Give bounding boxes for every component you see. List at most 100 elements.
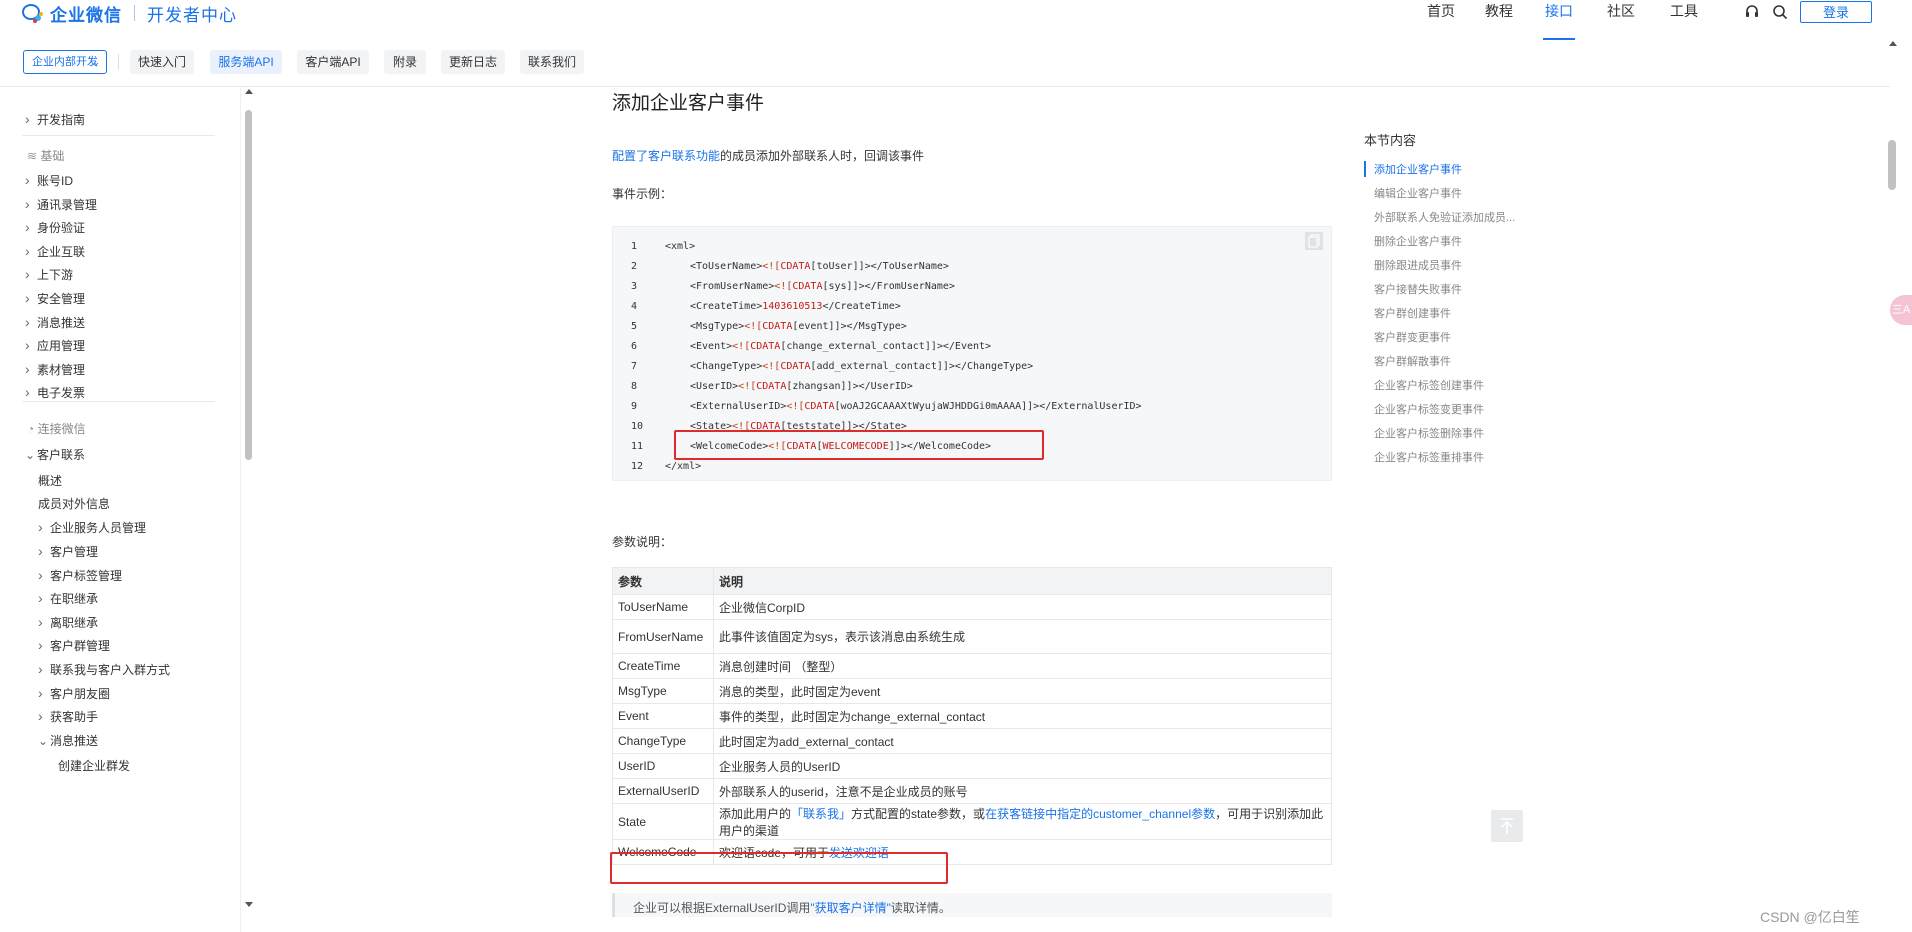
tab-changelog[interactable]: 更新日志 xyxy=(441,50,505,74)
chevron-down-icon: ⌄ xyxy=(25,448,36,462)
sidebar-item[interactable]: › 消息推送 xyxy=(25,314,85,331)
sidebar-item-label: 创建企业群发 xyxy=(58,759,131,773)
toc-item[interactable]: 客户群创建事件 xyxy=(1364,305,1451,321)
nav-tools[interactable]: 工具 xyxy=(1653,0,1715,40)
search-icon[interactable] xyxy=(1772,4,1788,20)
sidebar-item[interactable]: › 身份验证 xyxy=(25,219,85,236)
toc-item[interactable]: 企业客户标签创建事件 xyxy=(1364,377,1484,393)
headset-icon[interactable] xyxy=(1744,4,1760,20)
sidebar-item[interactable]: › 安全管理 xyxy=(25,290,85,307)
nav-tutorial[interactable]: 教程 xyxy=(1467,0,1531,40)
page-scroll-thumb[interactable] xyxy=(1888,140,1896,190)
table-row: ChangeType 此时固定为add_external_contact xyxy=(612,728,1332,754)
sidebar-item[interactable]: › 企业互联 xyxy=(25,243,85,260)
toc-item[interactable]: 编辑企业客户事件 xyxy=(1364,185,1462,201)
sidebar-item[interactable]: › 上下游 xyxy=(25,266,73,283)
sidebar-item[interactable]: 成员对外信息 xyxy=(38,495,110,512)
scroll-up-icon[interactable] xyxy=(245,88,253,96)
code-text: <ToUserName><![CDATA[toUser]]></ToUserNa… xyxy=(690,257,949,277)
sidebar-item-label: 客户标签管理 xyxy=(50,569,123,583)
sidebar-item-label: 连接微信 xyxy=(37,422,86,436)
code-line: 7 <ChangeType><![CDATA[add_external_conta… xyxy=(613,357,1313,377)
sidebar-item[interactable]: ⌄ 客户联系 xyxy=(25,446,85,463)
param-desc: 企业微信CorpID xyxy=(713,594,1332,620)
toc-item[interactable]: 删除跟进成员事件 xyxy=(1364,257,1462,273)
sidebar-item[interactable]: ⌄ 消息推送 xyxy=(38,732,98,749)
sidebar-item[interactable]: › 在职继承 xyxy=(38,590,98,607)
chevron-right-icon: › xyxy=(25,337,30,353)
code-line: 6 <Event><![CDATA[change_external_contact… xyxy=(613,337,1313,357)
sidebar-item[interactable]: › 客户管理 xyxy=(38,543,98,560)
code-token: <CreateTime> xyxy=(690,301,763,312)
toc-item[interactable]: 添加企业客户事件 xyxy=(1364,161,1462,177)
toc-item[interactable]: 客户群解散事件 xyxy=(1364,353,1451,369)
toc-item[interactable]: 企业客户标签删除事件 xyxy=(1364,425,1484,441)
login-button[interactable]: 登录 xyxy=(1800,1,1872,23)
sidebar-item[interactable]: › 联系我与客户入群方式 xyxy=(38,661,170,678)
params-label: 参数说明： xyxy=(612,535,673,549)
code-token: [sys]]> xyxy=(822,281,865,292)
nav-api[interactable]: 接口 xyxy=(1543,0,1575,40)
sidebar: › 开发指南 ≋ 基础 › 账号ID › 通讯录管理 › 身份验证 › 企业互联 › 上下游 › 安全管理 ›… xyxy=(0,87,241,932)
code-token: <UserID> xyxy=(690,381,739,392)
sidebar-item[interactable]: › 账号ID xyxy=(25,172,73,189)
sidebar-item[interactable]: 概述 xyxy=(38,472,62,489)
note-link[interactable]: "获取客户详情" xyxy=(810,901,891,915)
watermark: CSDN @亿白笙 xyxy=(1760,909,1860,925)
toc-item[interactable]: 删除企业客户事件 xyxy=(1364,233,1462,249)
toc-item[interactable]: 企业客户标签变更事件 xyxy=(1364,401,1484,417)
table-row: ExternalUserID 外部联系人的userid，注意不是企业成员的账号 xyxy=(612,778,1332,804)
sidebar-item[interactable]: › 企业服务人员管理 xyxy=(38,519,146,536)
code-text: <CreateTime>1403610513</CreateTime> xyxy=(690,297,901,317)
desc-link[interactable]: 「联系我」 xyxy=(791,807,851,821)
sidebar-item-label: 素材管理 xyxy=(37,363,86,377)
config-link[interactable]: 配置了客户联系功能 xyxy=(612,149,720,163)
toc-item[interactable]: 外部联系人免验证添加成员... xyxy=(1364,209,1515,225)
page-scroll-up-icon[interactable] xyxy=(1889,40,1897,48)
sidebar-item[interactable]: › 客户群管理 xyxy=(38,637,110,654)
sidebar-item[interactable]: 创建企业群发 xyxy=(58,757,130,774)
sidebar-item[interactable]: › 客户朋友圈 xyxy=(38,685,110,702)
sidebar-item[interactable]: › 通讯录管理 xyxy=(25,196,97,213)
logo[interactable]: 企业微信 开发者中心 xyxy=(22,2,237,25)
chevron-down-icon: ⌄ xyxy=(92,57,100,67)
toc-item[interactable]: 企业客户标签重排事件 xyxy=(1364,449,1484,465)
back-to-top-button[interactable] xyxy=(1491,810,1523,842)
desc-text: 方式配置的state参数，或 xyxy=(851,806,986,821)
sidebar-item[interactable]: › 电子发票 xyxy=(25,384,85,401)
scroll-down-icon[interactable] xyxy=(245,900,253,908)
intro-suffix: 的成员添加外部联系人时，回调该事件 xyxy=(720,149,925,163)
nav-home[interactable]: 首页 xyxy=(1415,0,1467,40)
toc-title: 本节内容 xyxy=(1364,133,1417,148)
sidebar-item[interactable]: › 获客助手 xyxy=(38,708,98,725)
tab-appendix[interactable]: 附录 xyxy=(384,50,426,74)
sidebar-item[interactable]: › 客户标签管理 xyxy=(38,567,122,584)
chevron-right-icon: › xyxy=(25,314,30,330)
table-row: Event 事件的类型，此时固定为change_external_contact xyxy=(612,703,1332,729)
sidebar-item[interactable]: › 应用管理 xyxy=(25,337,85,354)
code-token: <![ xyxy=(786,401,805,412)
floating-assistant-tab[interactable]: 三A xyxy=(1890,295,1912,325)
sidebar-item[interactable]: › 开发指南 xyxy=(25,111,85,128)
tab-client-api[interactable]: 客户端API xyxy=(297,50,369,74)
param-name: FromUserName xyxy=(612,619,714,654)
sidebar-item[interactable]: › 素材管理 xyxy=(25,361,85,378)
param-name: State xyxy=(612,803,714,840)
code-line: 12 </xml> xyxy=(613,457,1313,477)
tab-quickstart[interactable]: 快速入门 xyxy=(130,50,194,74)
tab-server-api[interactable]: 服务端API xyxy=(210,50,282,74)
desc-link[interactable]: 在获客链接中指定的customer_channel参数 xyxy=(985,807,1215,821)
sidebar-item-label: 基础 xyxy=(40,149,65,163)
tab-contact-us[interactable]: 联系我们 xyxy=(520,50,584,74)
code-text: <ChangeType><![CDATA[add_external_contac… xyxy=(690,357,1033,377)
param-desc: 添加此用户的「联系我」方式配置的state参数，或在获客链接中指定的custom… xyxy=(713,803,1332,840)
sidebar-item-label: 电子发票 xyxy=(37,386,86,400)
toc-item[interactable]: 客户接替失败事件 xyxy=(1364,281,1462,297)
code-token: CDATA xyxy=(804,401,835,412)
dev-type-dropdown[interactable]: 企业内部开发 ⌄ xyxy=(23,50,107,74)
sidebar-item[interactable]: › 离职继承 xyxy=(38,614,98,631)
nav-community[interactable]: 社区 xyxy=(1589,0,1653,40)
highlight-welcomecode-row xyxy=(610,852,948,884)
sidebar-scroll-thumb[interactable] xyxy=(245,110,252,460)
toc-item[interactable]: 客户群变更事件 xyxy=(1364,329,1451,345)
